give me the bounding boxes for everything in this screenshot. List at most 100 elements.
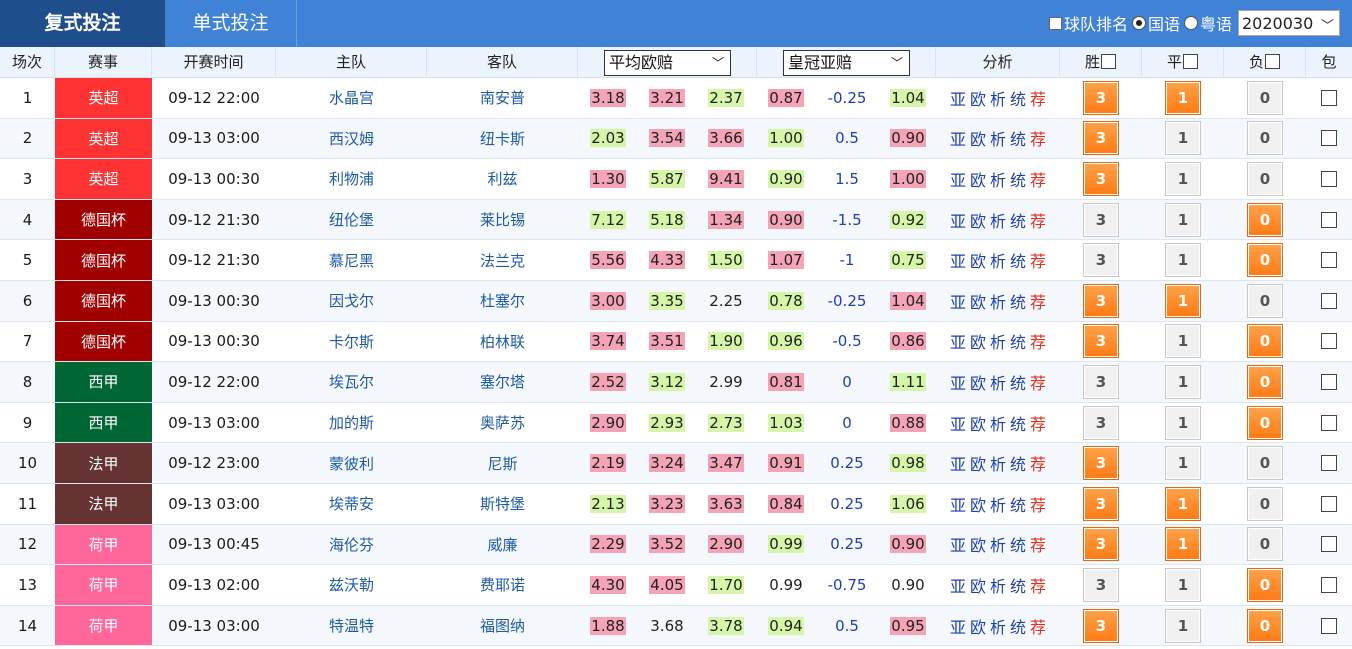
league-badge[interactable]: 荷甲 bbox=[55, 524, 152, 565]
lose-button[interactable]: 0 bbox=[1247, 121, 1283, 156]
analysis-recommend-link[interactable]: 荐 bbox=[1030, 451, 1046, 475]
league-badge[interactable]: 德国杯 bbox=[55, 321, 152, 362]
league-badge[interactable]: 荷甲 bbox=[55, 605, 152, 646]
analysis-stats-link[interactable]: 统 bbox=[1010, 411, 1026, 435]
analysis-stats-link[interactable]: 统 bbox=[1010, 248, 1026, 272]
win-button[interactable]: 3 bbox=[1083, 608, 1119, 643]
draw-button[interactable]: 1 bbox=[1165, 121, 1201, 156]
analysis-recommend-link[interactable]: 荐 bbox=[1030, 532, 1046, 556]
bao-checkbox[interactable] bbox=[1321, 455, 1337, 472]
analysis-recommend-link[interactable]: 荐 bbox=[1030, 411, 1046, 435]
analysis-stats-link[interactable]: 统 bbox=[1010, 329, 1026, 353]
analysis-detail-link[interactable]: 析 bbox=[990, 532, 1006, 556]
analysis-euro-link[interactable]: 欧 bbox=[970, 573, 986, 597]
home-team-link[interactable]: 卡尔斯 bbox=[276, 322, 427, 362]
win-button[interactable]: 3 bbox=[1083, 486, 1119, 521]
analysis-stats-link[interactable]: 统 bbox=[1010, 167, 1026, 191]
away-team-link[interactable]: 莱比锡 bbox=[427, 200, 578, 240]
league-badge[interactable]: 英超 bbox=[55, 78, 152, 118]
analysis-detail-link[interactable]: 析 bbox=[990, 126, 1006, 150]
bao-checkbox[interactable] bbox=[1321, 373, 1337, 390]
lose-button[interactable]: 0 bbox=[1247, 446, 1283, 481]
league-badge[interactable]: 英超 bbox=[55, 118, 152, 159]
win-button[interactable]: 3 bbox=[1083, 567, 1119, 602]
home-team-link[interactable]: 埃瓦尔 bbox=[276, 362, 427, 402]
win-button[interactable]: 3 bbox=[1083, 243, 1119, 278]
lang-mandarin-option[interactable]: 国语 bbox=[1131, 11, 1180, 35]
analysis-recommend-link[interactable]: 荐 bbox=[1030, 208, 1046, 232]
analysis-detail-link[interactable]: 析 bbox=[990, 329, 1006, 353]
analysis-asia-link[interactable]: 亚 bbox=[950, 329, 966, 353]
draw-button[interactable]: 1 bbox=[1165, 202, 1201, 237]
draw-button[interactable]: 1 bbox=[1165, 243, 1201, 278]
lose-button[interactable]: 0 bbox=[1247, 161, 1283, 196]
lose-button[interactable]: 0 bbox=[1247, 80, 1283, 115]
home-team-link[interactable]: 兹沃勒 bbox=[276, 565, 427, 605]
analysis-recommend-link[interactable]: 荐 bbox=[1030, 86, 1046, 110]
analysis-detail-link[interactable]: 析 bbox=[990, 492, 1006, 516]
analysis-detail-link[interactable]: 析 bbox=[990, 370, 1006, 394]
league-badge[interactable]: 荷甲 bbox=[55, 565, 152, 605]
bao-checkbox[interactable] bbox=[1321, 576, 1337, 593]
analysis-detail-link[interactable]: 析 bbox=[990, 208, 1006, 232]
analysis-recommend-link[interactable]: 荐 bbox=[1030, 167, 1046, 191]
analysis-detail-link[interactable]: 析 bbox=[990, 167, 1006, 191]
select-all-win-checkbox[interactable] bbox=[1101, 53, 1116, 69]
analysis-euro-link[interactable]: 欧 bbox=[970, 411, 986, 435]
analysis-asia-link[interactable]: 亚 bbox=[950, 614, 966, 638]
draw-button[interactable]: 1 bbox=[1165, 364, 1201, 399]
win-button[interactable]: 3 bbox=[1083, 446, 1119, 481]
bao-checkbox[interactable] bbox=[1321, 333, 1337, 350]
analysis-asia-link[interactable]: 亚 bbox=[950, 126, 966, 150]
analysis-detail-link[interactable]: 析 bbox=[990, 86, 1006, 110]
win-button[interactable]: 3 bbox=[1083, 202, 1119, 237]
lang-cantonese-radio[interactable] bbox=[1183, 16, 1198, 30]
analysis-asia-link[interactable]: 亚 bbox=[950, 248, 966, 272]
analysis-asia-link[interactable]: 亚 bbox=[950, 289, 966, 313]
analysis-recommend-link[interactable]: 荐 bbox=[1030, 614, 1046, 638]
league-badge[interactable]: 德国杯 bbox=[55, 281, 152, 321]
away-team-link[interactable]: 斯特堡 bbox=[427, 484, 578, 524]
draw-button[interactable]: 1 bbox=[1165, 446, 1201, 481]
away-team-link[interactable]: 利兹 bbox=[427, 159, 578, 199]
lang-cantonese-option[interactable]: 粤语 bbox=[1183, 11, 1232, 35]
analysis-recommend-link[interactable]: 荐 bbox=[1030, 248, 1046, 272]
analysis-recommend-link[interactable]: 荐 bbox=[1030, 329, 1046, 353]
analysis-asia-link[interactable]: 亚 bbox=[950, 532, 966, 556]
lose-button[interactable]: 0 bbox=[1247, 567, 1283, 602]
away-team-link[interactable]: 费耶诺 bbox=[427, 565, 578, 605]
league-badge[interactable]: 法甲 bbox=[55, 484, 152, 524]
analysis-asia-link[interactable]: 亚 bbox=[950, 411, 966, 435]
home-team-link[interactable]: 埃蒂安 bbox=[276, 484, 427, 524]
team-rank-checkbox[interactable] bbox=[1048, 16, 1062, 30]
analysis-recommend-link[interactable]: 荐 bbox=[1030, 126, 1046, 150]
lose-button[interactable]: 0 bbox=[1247, 608, 1283, 643]
analysis-euro-link[interactable]: 欧 bbox=[970, 167, 986, 191]
analysis-euro-link[interactable]: 欧 bbox=[970, 451, 986, 475]
asia-odds-select[interactable]: 皇冠亚赔 ﹀ bbox=[783, 50, 910, 76]
euro-odds-select[interactable]: 平均欧赔 ﹀ bbox=[604, 50, 731, 76]
home-team-link[interactable]: 海伦芬 bbox=[276, 525, 427, 565]
analysis-stats-link[interactable]: 统 bbox=[1010, 614, 1026, 638]
analysis-euro-link[interactable]: 欧 bbox=[970, 289, 986, 313]
win-button[interactable]: 3 bbox=[1083, 161, 1119, 196]
tab-single-bet[interactable]: 单式投注 bbox=[165, 0, 297, 47]
bao-checkbox[interactable] bbox=[1321, 170, 1337, 187]
lose-button[interactable]: 0 bbox=[1247, 283, 1283, 318]
away-team-link[interactable]: 威廉 bbox=[427, 525, 578, 565]
select-all-draw-checkbox[interactable] bbox=[1183, 53, 1198, 69]
win-button[interactable]: 3 bbox=[1083, 405, 1119, 440]
analysis-euro-link[interactable]: 欧 bbox=[970, 370, 986, 394]
analysis-recommend-link[interactable]: 荐 bbox=[1030, 289, 1046, 313]
league-badge[interactable]: 法甲 bbox=[55, 443, 152, 483]
analysis-asia-link[interactable]: 亚 bbox=[950, 167, 966, 191]
away-team-link[interactable]: 柏林联 bbox=[427, 322, 578, 362]
draw-button[interactable]: 1 bbox=[1165, 527, 1201, 562]
bao-checkbox[interactable] bbox=[1321, 211, 1337, 228]
away-team-link[interactable]: 法兰克 bbox=[427, 240, 578, 280]
league-badge[interactable]: 西甲 bbox=[55, 402, 152, 443]
win-button[interactable]: 3 bbox=[1083, 364, 1119, 399]
league-badge[interactable]: 西甲 bbox=[55, 362, 152, 402]
analysis-stats-link[interactable]: 统 bbox=[1010, 126, 1026, 150]
bao-checkbox[interactable] bbox=[1321, 252, 1337, 269]
